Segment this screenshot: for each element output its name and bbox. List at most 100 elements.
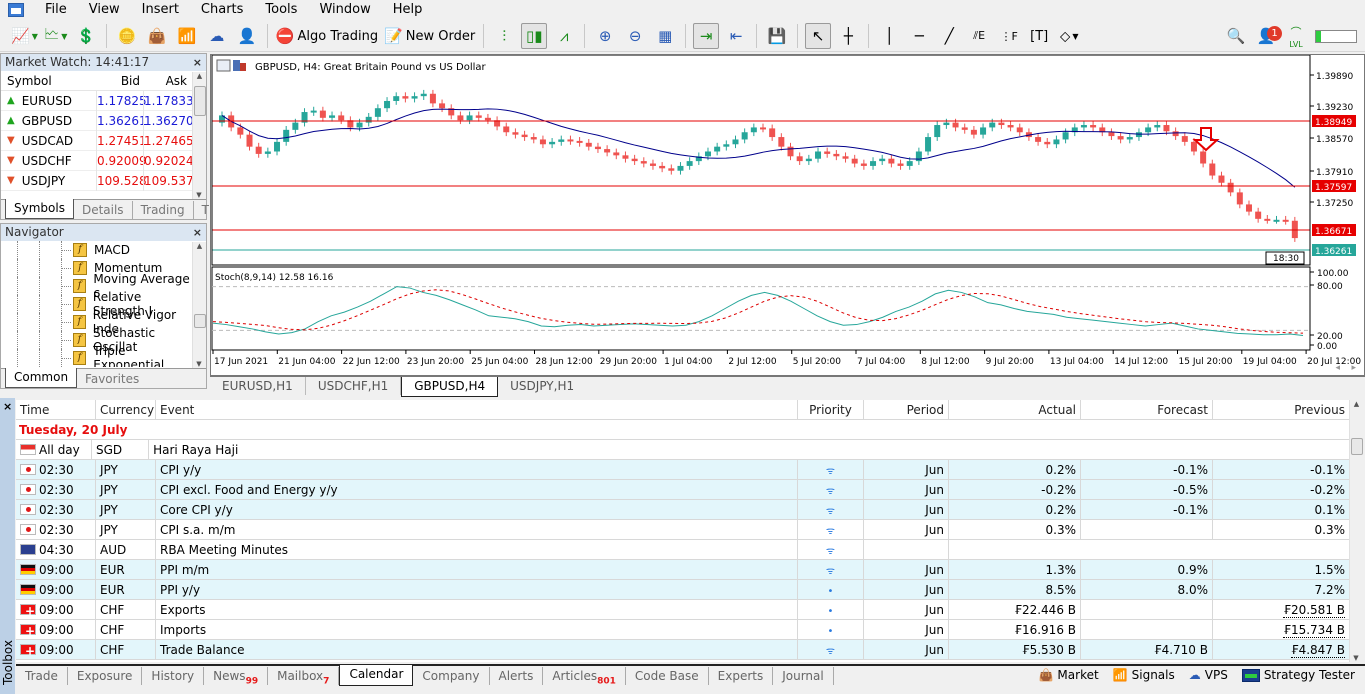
- scroll-thumb[interactable]: [194, 86, 206, 116]
- calendar-row[interactable]: 04:30 AUD RBA Meeting Minutes ᯤ: [16, 539, 1349, 560]
- chart-shift-button[interactable]: ⇤: [723, 23, 749, 49]
- calendar-row[interactable]: All day SGD Hari Raya Haji: [16, 439, 1349, 460]
- horizontal-line-button[interactable]: ─: [906, 23, 932, 49]
- calendar-row[interactable]: 09:00 CHF Trade Balance ᯤ Jun ₣5.530 B ₣…: [16, 639, 1349, 660]
- column-ask[interactable]: Ask: [143, 71, 190, 91]
- trend-line-button[interactable]: ╱: [936, 23, 962, 49]
- toolbox-tab-mailbox[interactable]: Mailbox7: [268, 667, 340, 686]
- calendar-row[interactable]: 02:30 JPY CPI s.a. m/m ᯤ Jun 0.3% 0.3%: [16, 519, 1349, 540]
- market-button[interactable]: 👜: [144, 23, 170, 49]
- fibonacci-button[interactable]: ⋮F: [996, 23, 1022, 49]
- calendar-scrollbar[interactable]: ▲ ▼: [1349, 400, 1363, 662]
- library-button[interactable]: 🪙: [114, 23, 140, 49]
- market-watch-scrollbar[interactable]: ▲ ▼: [192, 72, 206, 199]
- scroll-up-icon[interactable]: ▲: [1350, 400, 1363, 408]
- toolbox-tab-articles[interactable]: Articles801: [543, 667, 626, 686]
- scroll-up-icon[interactable]: ▲: [193, 242, 206, 250]
- chart-tab-usdchf[interactable]: USDCHF,H1: [306, 377, 402, 395]
- toolbox-tab-exposure[interactable]: Exposure: [68, 667, 143, 685]
- market-watch-row[interactable]: ▼ USDCAD 1.27451 1.27465: [1, 130, 206, 151]
- calendar-row[interactable]: 09:00 CHF Exports • Jun ₣22.446 B ₣20.58…: [16, 599, 1349, 620]
- chart-tab-eurusd[interactable]: EURUSD,H1: [210, 377, 306, 395]
- scroll-down-icon[interactable]: ▼: [193, 360, 205, 368]
- account-button[interactable]: 👤 1: [1253, 23, 1282, 49]
- toolbox-tab-history[interactable]: History: [142, 667, 205, 685]
- search-button[interactable]: 🔍: [1223, 23, 1249, 49]
- chart-tab-usdjpy[interactable]: USDJPY,H1: [498, 377, 586, 395]
- tile-windows-button[interactable]: ▦: [652, 23, 678, 49]
- toolbox-tab-calendar[interactable]: Calendar: [339, 665, 414, 686]
- community-button[interactable]: 👤: [234, 23, 260, 49]
- menu-view[interactable]: View: [78, 0, 131, 20]
- menu-window[interactable]: Window: [308, 0, 381, 20]
- shapes-button[interactable]: ⬦ ▼: [1056, 23, 1082, 49]
- menu-file[interactable]: File: [34, 0, 78, 20]
- toolbox-tab-code-base[interactable]: Code Base: [626, 667, 709, 685]
- candlestick-button[interactable]: ▯▮: [521, 23, 548, 49]
- chart-window[interactable]: GBPUSD, H4: Great Britain Pound vs US Do…: [210, 54, 1365, 376]
- close-icon[interactable]: ×: [193, 224, 202, 241]
- bar-chart-button[interactable]: ⫶: [491, 23, 517, 49]
- tab-details[interactable]: Details: [74, 201, 132, 219]
- crosshair-button[interactable]: ┼: [835, 23, 861, 49]
- signals-link[interactable]: 📶 Signals: [1113, 668, 1175, 682]
- toolbox-tab-trade[interactable]: Trade: [16, 667, 68, 685]
- menu-charts[interactable]: Charts: [190, 0, 255, 20]
- scroll-down-icon[interactable]: ▼: [1350, 654, 1362, 662]
- strategy-tester-link[interactable]: Strategy Tester: [1241, 668, 1355, 682]
- menu-insert[interactable]: Insert: [131, 0, 190, 20]
- cursor-button[interactable]: ↖: [805, 23, 832, 49]
- templates-button[interactable]: 💾: [764, 23, 790, 49]
- menu-help[interactable]: Help: [382, 0, 434, 20]
- auto-scroll-button[interactable]: ⇥: [693, 23, 720, 49]
- new-order-button[interactable]: 📝 New Order: [383, 23, 476, 49]
- zoom-out-button[interactable]: ⊖: [622, 23, 648, 49]
- toolbox-tab-news[interactable]: News99: [204, 667, 269, 686]
- algo-trading-button[interactable]: ⛔ Algo Trading: [275, 23, 379, 49]
- vps-button[interactable]: ☁: [204, 23, 230, 49]
- scroll-down-icon[interactable]: ▼: [193, 191, 205, 199]
- menu-tools[interactable]: Tools: [254, 0, 308, 20]
- calendar-row[interactable]: 09:00 CHF Imports • Jun ₣16.916 B ₣15.73…: [16, 619, 1349, 640]
- calendar-row[interactable]: 02:30 JPY Core CPI y/y ᯤ Jun 0.2% -0.1% …: [16, 499, 1349, 520]
- column-symbol[interactable]: Symbol: [1, 74, 96, 88]
- price-chart[interactable]: GBPUSD, H4: Great Britain Pound vs US Do…: [211, 54, 1364, 375]
- chart-scroll-arrows[interactable]: ◂ ▸: [1336, 363, 1356, 373]
- navigator-item[interactable]: f MACD: [1, 241, 194, 259]
- scroll-thumb[interactable]: [1351, 438, 1363, 455]
- toolbox-tab-alerts[interactable]: Alerts: [490, 667, 544, 685]
- column-currency[interactable]: Currency: [96, 400, 156, 420]
- column-time[interactable]: Time: [16, 400, 96, 420]
- column-actual[interactable]: Actual: [949, 400, 1081, 420]
- market-watch-row[interactable]: ▲ EURUSD 1.17825 1.17833: [1, 90, 206, 111]
- toolbox-tab-experts[interactable]: Experts: [709, 667, 774, 685]
- column-period[interactable]: Period: [864, 400, 949, 420]
- profiles-button[interactable]: 🗠 ▼: [43, 23, 69, 49]
- zoom-in-button[interactable]: ⊕: [592, 23, 618, 49]
- calendar-row[interactable]: 09:00 EUR PPI m/m ᯤ Jun 1.3% 0.9% 1.5%: [16, 559, 1349, 580]
- close-icon[interactable]: ×: [193, 54, 202, 71]
- signals-button[interactable]: 📶: [174, 23, 200, 49]
- navigator-item[interactable]: f Triple Exponential: [1, 344, 194, 367]
- navigator-scrollbar[interactable]: ▲ ▼: [192, 242, 206, 368]
- column-previous[interactable]: Previous: [1213, 400, 1349, 420]
- vps-link[interactable]: ☁ VPS: [1189, 668, 1228, 682]
- column-priority[interactable]: Priority: [798, 400, 864, 420]
- tab-favorites[interactable]: Favorites: [77, 370, 147, 388]
- calendar-row[interactable]: 09:00 EUR PPI y/y • Jun 8.5% 8.0% 7.2%: [16, 579, 1349, 600]
- tab-trading[interactable]: Trading: [131, 201, 193, 219]
- toolbox-tab-company[interactable]: Company: [413, 667, 490, 685]
- market-watch-row[interactable]: ▲ GBPUSD 1.36261 1.36270: [1, 110, 206, 131]
- calendar-row[interactable]: 02:30 JPY CPI excl. Food and Energy y/y …: [16, 479, 1349, 500]
- close-icon[interactable]: ×: [3, 400, 12, 413]
- market-watch-row[interactable]: ▼ USDCHF 0.92009 0.92024: [1, 150, 206, 171]
- chart-list-icon[interactable]: [216, 59, 231, 72]
- equidistant-channel-button[interactable]: ⫽E: [966, 23, 992, 49]
- scroll-thumb[interactable]: [194, 314, 206, 328]
- tab-common[interactable]: Common: [5, 368, 78, 388]
- chart-tab-gbpusd[interactable]: GBPUSD,H4: [401, 377, 499, 397]
- one-click-trading-icon[interactable]: [233, 60, 240, 71]
- column-bid[interactable]: Bid: [96, 71, 143, 91]
- market-watch-row[interactable]: ▼ USDJPY 109.528 109.537: [1, 170, 206, 191]
- toolbox-tab-journal[interactable]: Journal: [773, 667, 834, 685]
